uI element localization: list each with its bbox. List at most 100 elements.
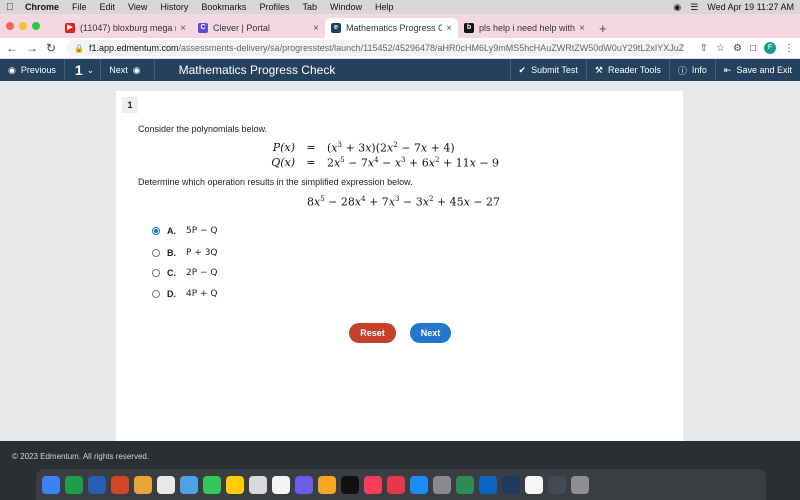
calendar-icon[interactable] (272, 475, 290, 494)
zoom-window-button[interactable] (32, 22, 40, 30)
messages-icon[interactable] (203, 475, 221, 494)
youtube-icon: ▶ (65, 23, 75, 33)
reset-button[interactable]: Reset (349, 323, 396, 343)
browser-tab-progress-check[interactable]: e Mathematics Progress Check × (325, 18, 458, 38)
menu-item-tab[interactable]: Tab (302, 2, 317, 12)
next-toolbar-button[interactable]: Next ◉ (101, 59, 153, 81)
profile-avatar[interactable]: F (764, 42, 776, 54)
menu-item-window[interactable]: Window (330, 2, 362, 12)
menu-item-history[interactable]: History (160, 2, 188, 12)
terminal-icon[interactable] (525, 475, 543, 494)
menubar-datetime[interactable]: Wed Apr 19 11:27 AM (707, 2, 794, 12)
extensions-puzzle-icon[interactable]: ⚙ (733, 43, 742, 54)
close-tab-icon[interactable]: × (313, 23, 319, 34)
menu-item-chrome[interactable]: Chrome (25, 2, 59, 12)
answer-option-d[interactable]: D. 4P + Q (152, 289, 218, 299)
close-tab-icon[interactable]: × (180, 23, 186, 34)
assessment-title: Mathematics Progress Check (178, 63, 336, 77)
control-center-icon[interactable]: ☰ (690, 2, 698, 13)
forward-arrow-icon[interactable]: → (26, 41, 38, 55)
url-input[interactable]: 🔒 f1.app.edmentum.com/assessments-delive… (66, 40, 684, 56)
edmentum-icon: e (331, 23, 341, 33)
trash-icon[interactable] (571, 475, 589, 494)
wrench-icon: ⚒ (594, 64, 603, 75)
window-controls (6, 14, 45, 38)
question-prompt: Consider the polynomials below. (138, 124, 268, 134)
polynomial-p: P(x) = (x3 + 3x)(2x2 − 7x + 4) (272, 141, 455, 155)
zoom-icon[interactable] (502, 475, 520, 494)
chrome-icon[interactable] (157, 475, 175, 494)
option-text: 5P − Q (186, 226, 218, 236)
photos-icon[interactable] (249, 475, 267, 494)
books-icon[interactable] (318, 475, 336, 494)
apple-icon[interactable]:  (6, 2, 15, 12)
browser-tab-brainly[interactable]: b pls help i need help with this o × (458, 18, 591, 38)
browser-tab-youtube[interactable]: ▶ (11047) bloxburg mega mansio × (59, 18, 192, 38)
question-number: 1 (74, 62, 83, 78)
menu-item-edit[interactable]: Edit (100, 2, 116, 12)
excel-icon[interactable] (65, 475, 83, 494)
answer-option-a[interactable]: A. 5P − Q (152, 226, 218, 236)
macos-menu-bar:  Chrome File Edit View History Bookmark… (0, 0, 800, 14)
toolbar-actions: ✔ Submit Test ⚒ Reader Tools ⓘ Info ⇤ Sa… (509, 59, 800, 81)
back-arrow-icon[interactable]: ← (6, 41, 18, 55)
menu-item-help[interactable]: Help (375, 2, 394, 12)
notes-icon[interactable] (226, 475, 244, 494)
submit-test-button[interactable]: ✔ Submit Test (511, 59, 586, 81)
safari-icon[interactable] (180, 475, 198, 494)
question-instruction: Determine which operation results in the… (138, 177, 413, 187)
browser-address-bar: ← → ↻ 🔒 f1.app.edmentum.com/assessments-… (0, 38, 800, 59)
url-host: f1.app.edmentum.com (88, 43, 179, 53)
info-button[interactable]: ⓘ Info (670, 59, 715, 81)
option-text: 4P + Q (186, 289, 218, 299)
new-tab-button[interactable]: + (591, 18, 615, 38)
maps-icon[interactable] (456, 475, 474, 494)
preview-icon[interactable] (548, 475, 566, 494)
question-selector[interactable]: 1 ⌄ (65, 59, 100, 81)
finder-icon[interactable] (42, 475, 60, 494)
reload-icon[interactable]: ↻ (46, 41, 56, 55)
pearson-icon[interactable] (479, 475, 497, 494)
save-and-exit-button[interactable]: ⇤ Save and Exit (716, 59, 800, 81)
next-label: Next (109, 65, 128, 75)
music-icon[interactable] (364, 475, 382, 494)
lock-icon[interactable]: 🔒 (74, 44, 84, 53)
word-icon[interactable] (88, 475, 106, 494)
settings-gear-icon[interactable] (433, 475, 451, 494)
tab-label: Clever | Portal (213, 23, 270, 33)
previous-button[interactable]: ◉ Previous (0, 59, 64, 81)
menu-item-bookmarks[interactable]: Bookmarks (201, 2, 246, 12)
app-store-icon[interactable] (410, 475, 428, 494)
radio-unselected[interactable] (152, 290, 160, 298)
apple-tv-icon[interactable] (341, 475, 359, 494)
close-tab-icon[interactable]: × (579, 23, 585, 34)
powerpoint-icon[interactable] (111, 475, 129, 494)
wifi-icon[interactable]: ◉ (673, 2, 681, 13)
share-icon[interactable]: ⇧ (700, 43, 708, 54)
radio-unselected[interactable] (152, 249, 160, 257)
reading-list-icon[interactable]: □ (750, 43, 756, 54)
bookmark-star-icon[interactable]: ☆ (716, 43, 725, 54)
option-text: P + 3Q (186, 248, 218, 258)
news-icon[interactable] (387, 475, 405, 494)
radio-selected[interactable] (152, 227, 160, 235)
radio-unselected[interactable] (152, 269, 160, 277)
browser-tab-clever[interactable]: C Clever | Portal × (192, 18, 325, 38)
close-tab-icon[interactable]: × (446, 23, 452, 34)
answer-option-c[interactable]: C. 2P − Q (152, 268, 218, 278)
menu-item-file[interactable]: File (72, 2, 87, 12)
menu-item-view[interactable]: View (128, 2, 147, 12)
more-menu-icon[interactable]: ⋮ (784, 43, 794, 54)
option-text: 2P − Q (186, 268, 218, 278)
reader-label: Reader Tools (608, 65, 661, 75)
close-window-button[interactable] (6, 22, 14, 30)
podcasts-icon[interactable] (295, 475, 313, 494)
firefox-icon[interactable] (134, 475, 152, 494)
reader-tools-button[interactable]: ⚒ Reader Tools (587, 59, 669, 81)
menu-item-profiles[interactable]: Profiles (259, 2, 289, 12)
tab-label: Mathematics Progress Check (346, 23, 443, 33)
previous-label: Previous (20, 65, 56, 75)
next-button[interactable]: Next (410, 323, 451, 343)
answer-option-b[interactable]: B. P + 3Q (152, 248, 218, 258)
minimize-window-button[interactable] (19, 22, 27, 30)
